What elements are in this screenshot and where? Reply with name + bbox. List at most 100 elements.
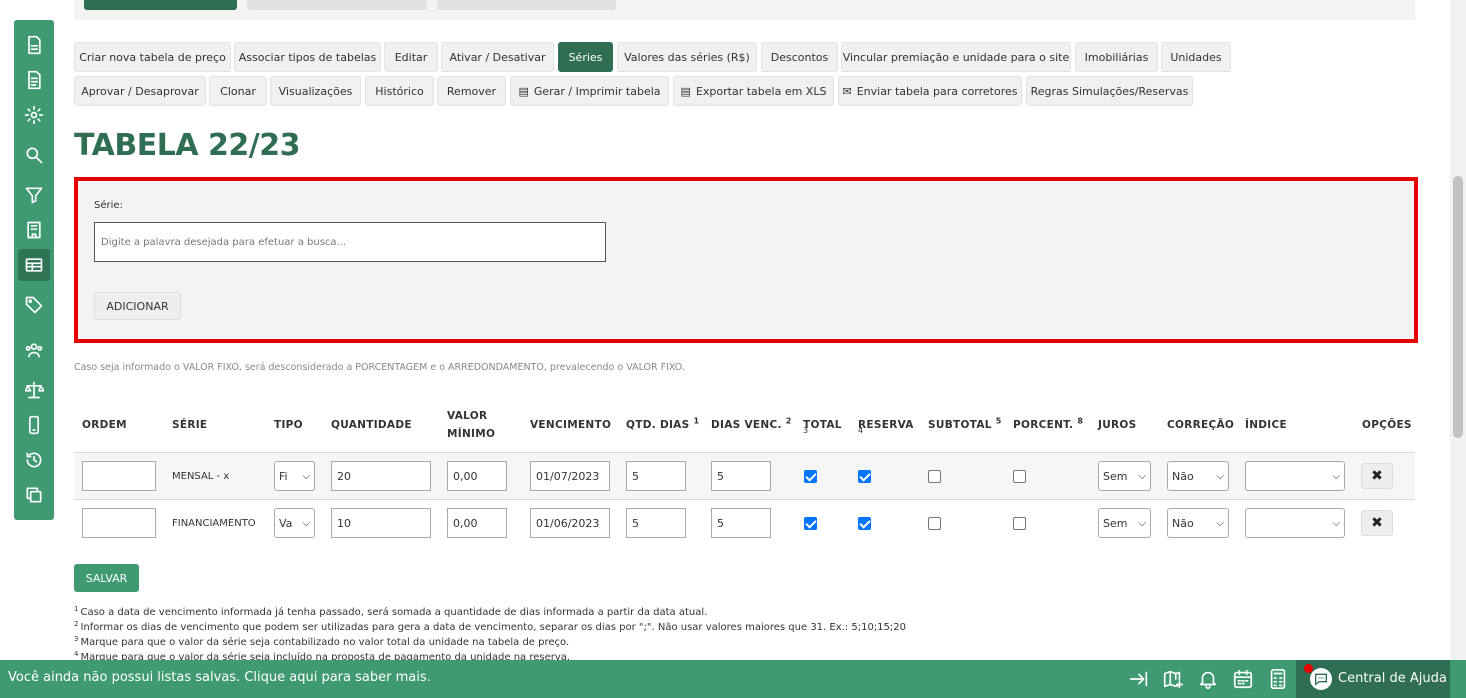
saved-lists-message[interactable]: Você ainda não possui listas salvas. Cli… (8, 670, 431, 685)
subtotal-checkbox[interactable] (928, 517, 941, 530)
simulation-rules-button[interactable]: Regras Simulações/Reservas (1026, 76, 1193, 106)
select-value: Sem (1103, 469, 1128, 483)
delete-row-button[interactable]: ✖ (1361, 463, 1393, 489)
ordem-input[interactable] (82, 461, 156, 491)
delete-row-button[interactable]: ✖ (1361, 510, 1393, 536)
reserva-checkbox[interactable] (858, 470, 871, 483)
tipo-select[interactable]: Fi ⌵ (274, 461, 315, 491)
sidebar-copy-icon[interactable] (18, 479, 50, 511)
col-reserva-footnote-ref: 4 (858, 426, 864, 435)
save-button[interactable]: SALVAR (74, 564, 139, 592)
sidebar-document-lines-icon[interactable] (18, 64, 50, 96)
vencimento-input[interactable]: 01/06/2023 (530, 508, 610, 538)
series-button[interactable]: Séries (558, 42, 613, 72)
sidebar-users-icon[interactable] (18, 334, 50, 366)
ordem-input[interactable] (82, 508, 156, 538)
button-label: Editar (394, 50, 428, 64)
approve-disapprove-button[interactable]: Aprovar / Desaprovar (74, 76, 206, 106)
top-tab[interactable] (247, 0, 427, 10)
sidebar-mobile-icon[interactable] (18, 409, 50, 441)
units-button[interactable]: Unidades (1161, 42, 1231, 72)
export-xls-button[interactable]: ▤ Exportar tabela em XLS (673, 76, 834, 106)
sidebar-filter-icon[interactable] (18, 179, 50, 211)
button-label: Enviar tabela para corretores (856, 84, 1018, 98)
valor-minimo-input[interactable]: 0,00 (447, 508, 507, 538)
button-label: Clonar (220, 84, 256, 98)
sidebar-table-icon[interactable] (18, 249, 50, 281)
link-award-unit-button[interactable]: Vincular premiação e unidade para o site (841, 42, 1071, 72)
qtd-dias-input[interactable]: 5 (626, 461, 686, 491)
correcao-select[interactable]: Não ⌵ (1167, 461, 1229, 491)
calculator-icon[interactable] (1267, 668, 1289, 690)
col-tipo: TIPO (274, 419, 303, 431)
subtotal-checkbox[interactable] (928, 470, 941, 483)
vencimento-input[interactable]: 01/07/2023 (530, 461, 610, 491)
create-price-table-button[interactable]: Criar nova tabela de preço (74, 42, 231, 72)
footnote: 2 Informar os dias de vencimento que pode… (74, 620, 907, 633)
col-opcoes: OPÇÕES (1362, 419, 1412, 431)
chevron-down-icon: ⌵ (1138, 517, 1146, 529)
sidebar-gear-icon[interactable] (18, 99, 50, 131)
footnote-text: Informar os dias de vencimento que podem… (80, 622, 907, 633)
sidebar-search-icon[interactable] (18, 139, 50, 171)
chevron-down-icon: ⌵ (1216, 470, 1224, 482)
indice-select[interactable]: ⌵ (1245, 508, 1345, 538)
sidebar-tag-icon[interactable] (18, 289, 50, 321)
sidebar-document-icon[interactable] (18, 29, 50, 61)
generate-print-table-button[interactable]: ▤ Gerar / Imprimir tabela (510, 76, 669, 106)
discounts-button[interactable]: Descontos (761, 42, 838, 72)
qtd-dias-input[interactable]: 5 (626, 508, 686, 538)
valor-minimo-input[interactable]: 0,00 (447, 461, 507, 491)
real-estate-agencies-button[interactable]: Imobiliárias (1075, 42, 1158, 72)
col-valor-minimo-line2: MÍNIMO (447, 428, 496, 440)
quantidade-input[interactable]: 20 (331, 461, 431, 491)
sidebar-scale-icon[interactable] (18, 374, 50, 406)
associate-table-types-button[interactable]: Associar tipos de tabelas (234, 42, 381, 72)
quantidade-input[interactable]: 10 (331, 508, 431, 538)
series-values-button[interactable]: Valores das séries (R$) (617, 42, 757, 72)
dias-venc-input[interactable]: 5 (711, 508, 771, 538)
button-label: Ativar / Desativar (449, 50, 546, 64)
series-search-input[interactable] (94, 222, 606, 262)
footnote: 3 Marque para que o valor da série seja c… (74, 635, 569, 648)
help-center-button[interactable]: Central de Ajuda (1296, 660, 1450, 698)
remove-button[interactable]: Remover (437, 76, 506, 106)
footnote-text: Caso a data de vencimento informada já t… (80, 607, 708, 618)
sidebar-history-icon[interactable] (18, 444, 50, 476)
total-checkbox[interactable] (804, 470, 817, 483)
juros-select[interactable]: Sem ⌵ (1098, 508, 1151, 538)
scrollbar-thumb[interactable] (1453, 176, 1463, 438)
indice-select[interactable]: ⌵ (1245, 461, 1345, 491)
sidebar-building-icon[interactable] (18, 214, 50, 246)
button-label: Gerar / Imprimir tabela (533, 84, 661, 98)
activate-deactivate-button[interactable]: Ativar / Desativar (441, 42, 554, 72)
top-tab-active[interactable] (84, 0, 237, 10)
chevron-down-icon: ⌵ (1332, 517, 1340, 529)
porcent-checkbox[interactable] (1013, 470, 1026, 483)
app-root: Criar nova tabela de preço Associar tipo… (0, 0, 1466, 698)
select-value: Não (1172, 469, 1194, 483)
tipo-select[interactable]: Va ⌵ (274, 508, 315, 538)
clone-button[interactable]: Clonar (209, 76, 267, 106)
send-table-brokers-button[interactable]: ✉ Enviar tabela para corretores (838, 76, 1022, 106)
button-label: Aprovar / Desaprovar (81, 84, 199, 98)
calendar-icon[interactable] (1232, 668, 1254, 690)
reserva-checkbox[interactable] (858, 517, 871, 530)
correcao-select[interactable]: Não ⌵ (1167, 508, 1229, 538)
edit-button[interactable]: Editar (384, 42, 438, 72)
views-button[interactable]: Visualizações (270, 76, 361, 106)
map-plus-icon[interactable] (1162, 668, 1184, 690)
total-checkbox[interactable] (804, 517, 817, 530)
add-series-button[interactable]: ADICIONAR (94, 292, 181, 320)
porcent-checkbox[interactable] (1013, 517, 1026, 530)
close-icon: ✖ (1371, 468, 1383, 484)
collapse-right-icon[interactable] (1128, 668, 1150, 690)
dias-venc-input[interactable]: 5 (711, 461, 771, 491)
footnote: 1 Caso a data de vencimento informada já … (74, 605, 708, 618)
top-tab[interactable] (437, 0, 616, 10)
history-button[interactable]: Histórico (365, 76, 434, 106)
button-label: Associar tipos de tabelas (238, 50, 377, 64)
bell-icon[interactable] (1197, 668, 1219, 690)
juros-select[interactable]: Sem ⌵ (1098, 461, 1151, 491)
col-valor-minimo-line1: VALOR (447, 410, 488, 422)
